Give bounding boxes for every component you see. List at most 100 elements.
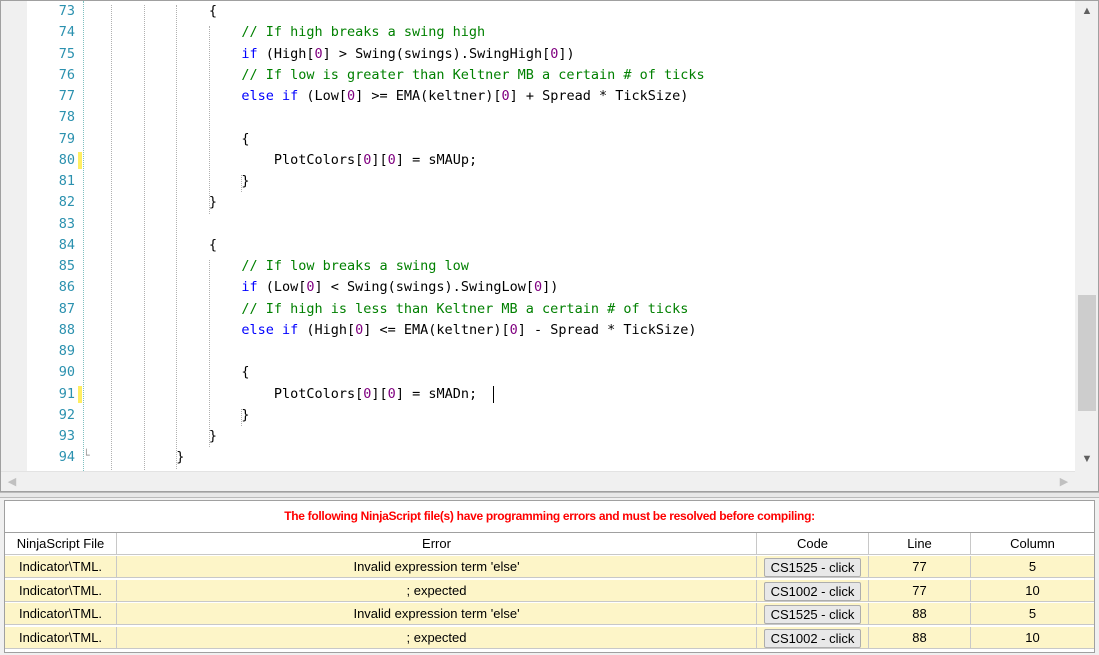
code-token: (High[ — [257, 45, 315, 62]
error-column-cell[interactable]: 5 — [971, 603, 1094, 625]
line-number: 84 — [58, 236, 75, 253]
table-row[interactable]: Indicator\TML. Invalid expression term 'e… — [5, 603, 1094, 626]
code-line[interactable]: 80 PlotColors[0][0] = sMAUp; — [27, 150, 1074, 171]
error-table: NinjaScript File Error Code Line Column … — [5, 532, 1094, 651]
code-editor[interactable]: 73 {74 // If high breaks a swing high 75 if … — [0, 0, 1099, 492]
error-line-cell[interactable]: 88 — [869, 626, 971, 649]
horizontal-scrollbar[interactable]: ◀ ▶ — [1, 471, 1075, 491]
code-token: } — [241, 406, 250, 423]
code-line[interactable]: 81} — [27, 171, 1074, 192]
code-number: 0 — [533, 279, 543, 296]
code-text: } — [241, 171, 249, 192]
code-line[interactable]: 79 { — [27, 129, 1074, 150]
error-code-cell: CS1002 - click — [757, 626, 869, 649]
table-row[interactable]: Indicator\TML. Invalid expression term 'e… — [5, 556, 1094, 579]
code-line[interactable]: 73 { — [27, 1, 1074, 22]
code-line[interactable]: 76 // If low is greater than Keltner MB a… — [27, 65, 1074, 86]
code-token: ] = sMAUp; — [395, 151, 478, 168]
table-row[interactable]: Indicator\TML.; expected CS1002 - click 77… — [5, 579, 1094, 603]
code-token: ][ — [371, 151, 388, 168]
line-number: 83 — [58, 215, 75, 232]
line-number: 75 — [58, 45, 75, 62]
code-line[interactable]: 94} └ — [27, 447, 1074, 468]
column-header-error[interactable]: Error — [117, 533, 757, 555]
code-line[interactable]: 74 // If high breaks a swing high — [27, 22, 1074, 43]
error-column-cell[interactable]: 10 — [971, 579, 1094, 602]
error-message-cell[interactable]: ; expected — [117, 579, 757, 602]
column-header-code[interactable]: Code — [757, 533, 869, 555]
scroll-right-icon[interactable]: ▶ — [1057, 475, 1071, 488]
code-line[interactable]: 77 else if (Low[0] >= EMA(keltner)[0] + S… — [27, 86, 1074, 107]
code-text: PlotColors[0][0] = sMAUp; — [274, 150, 477, 171]
code-comment: // If low is greater than Keltner MB a c… — [241, 66, 705, 83]
error-line-cell[interactable]: 77 — [869, 579, 971, 602]
error-code-help-button[interactable]: CS1525 - click — [763, 558, 862, 577]
code-line[interactable]: 78 — [27, 107, 1074, 128]
error-message-cell[interactable]: Invalid expression term 'else' — [117, 556, 757, 578]
table-row[interactable]: Indicator\TML.; expected CS1002 - click 88… — [5, 626, 1094, 650]
error-code-help-button[interactable]: CS1525 - click — [763, 605, 862, 624]
code-line[interactable]: 90 { — [27, 362, 1074, 383]
code-line[interactable]: 84 { — [27, 235, 1074, 256]
error-message-cell[interactable]: ; expected — [117, 626, 757, 649]
code-comment: // If low breaks a swing low — [241, 258, 469, 274]
code-text: { — [241, 362, 249, 383]
code-line[interactable]: 88 else if (High[0] <= EMA(keltner)[0] - … — [27, 320, 1074, 341]
error-code-help-button[interactable]: CS1002 - click — [763, 581, 862, 601]
code-token: ][ — [371, 385, 388, 402]
code-line[interactable]: 75 if (High[0] > Swing(swings).SwingHigh[… — [27, 44, 1074, 65]
code-token: { — [208, 236, 217, 253]
code-token: } — [208, 428, 217, 444]
error-code-cell: CS1525 - click — [757, 556, 869, 578]
code-area[interactable]: 73 {74 // If high breaks a swing high 75 if … — [27, 1, 1074, 490]
scroll-up-icon[interactable]: ▲ — [1075, 5, 1098, 17]
column-header-file[interactable]: NinjaScript File — [5, 533, 117, 555]
code-line[interactable]: 87 // If high is less than Keltner MB a c… — [27, 299, 1074, 320]
error-file-cell[interactable]: Indicator\TML. — [5, 626, 117, 649]
error-file-cell[interactable]: Indicator\TML. — [5, 579, 117, 602]
code-line[interactable]: 85 // If low breaks a swing low — [27, 256, 1074, 277]
line-number: 88 — [58, 321, 75, 338]
line-number: 87 — [58, 300, 75, 317]
code-keyword: else if — [241, 88, 299, 104]
error-code-help-button[interactable]: CS1002 - click — [763, 628, 862, 648]
code-line[interactable]: 93} — [27, 426, 1074, 447]
code-line[interactable]: 83 — [27, 214, 1074, 235]
modified-line-marker — [78, 385, 82, 403]
vertical-scrollbar[interactable]: ▲ ▼ — [1075, 1, 1098, 471]
error-line-cell[interactable]: 88 — [869, 603, 971, 625]
code-token: } — [208, 194, 217, 211]
code-line[interactable]: 89 — [27, 341, 1074, 362]
error-column-cell[interactable]: 5 — [971, 556, 1094, 578]
error-line-cell[interactable]: 77 — [869, 556, 971, 578]
code-token: ] <= EMA(keltner)[ — [363, 321, 510, 338]
code-token: ] >= EMA(keltner)[ — [355, 88, 502, 104]
code-token: ]) — [542, 279, 559, 296]
code-keyword: else if — [241, 321, 299, 338]
code-text: // If high breaks a swing high — [241, 22, 485, 43]
code-line[interactable]: 86 if (Low[0] < Swing(swings).SwingLow[0]… — [27, 277, 1074, 298]
column-header-column[interactable]: Column — [971, 533, 1094, 555]
line-number: 92 — [58, 406, 75, 423]
error-column-cell[interactable]: 10 — [971, 626, 1094, 649]
code-line[interactable]: 92} — [27, 405, 1074, 426]
scroll-left-icon[interactable]: ◀ — [5, 475, 19, 488]
scroll-down-icon[interactable]: ▼ — [1075, 453, 1098, 465]
line-number: 85 — [58, 258, 75, 274]
error-code-cell: CS1002 - click — [757, 579, 869, 602]
error-file-cell[interactable]: Indicator\TML. — [5, 603, 117, 625]
code-token: } — [176, 449, 185, 466]
code-number: 0 — [314, 45, 323, 62]
line-number: 89 — [58, 343, 75, 359]
vertical-scroll-thumb[interactable] — [1078, 295, 1096, 411]
code-line[interactable]: 82} — [27, 192, 1074, 213]
column-header-line[interactable]: Line — [869, 533, 971, 555]
line-number: 80 — [58, 151, 75, 168]
line-number: 93 — [58, 428, 75, 444]
panel-splitter[interactable] — [0, 492, 1099, 498]
code-text: } — [209, 426, 217, 447]
error-message-cell[interactable]: Invalid expression term 'else' — [117, 603, 757, 625]
code-text: else if (Low[0] >= EMA(keltner)[0] + Spr… — [241, 86, 688, 107]
error-file-cell[interactable]: Indicator\TML. — [5, 556, 117, 578]
code-line[interactable]: 91 PlotColors[0][0] = sMADn; — [27, 384, 1074, 405]
